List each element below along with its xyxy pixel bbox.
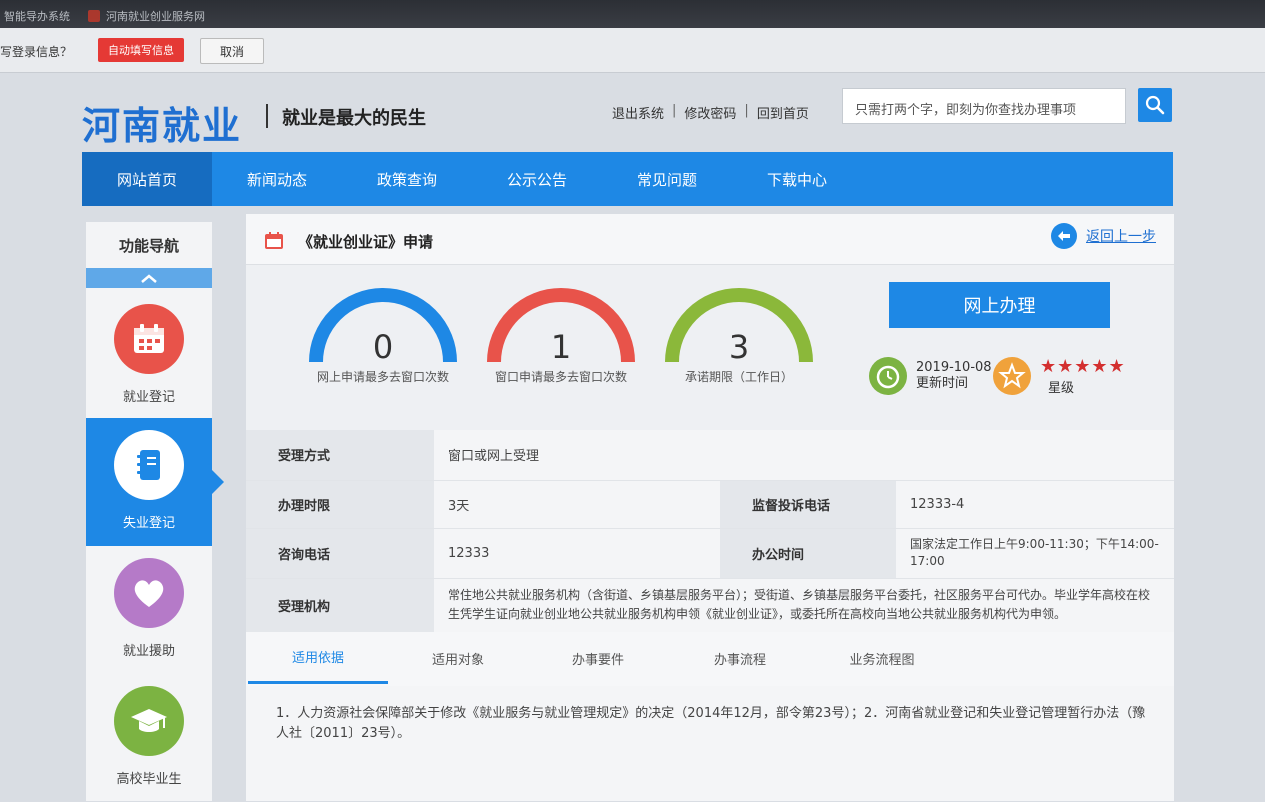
search-icon <box>1145 95 1165 115</box>
main-nav: 网站首页 新闻动态 政策查询 公示公告 常见问题 下载中心 <box>82 152 1173 206</box>
gauge-caption: 承诺期限（工作日） <box>684 370 793 384</box>
autofill-button[interactable]: 自动填写信息 <box>98 38 184 62</box>
browser-tabstrip: 智能导办系统 河南就业创业服务网 <box>0 0 1265 28</box>
back-label: 返回上一步 <box>1086 229 1156 245</box>
time-limit-label: 办理时限 <box>246 480 434 529</box>
sidebar-item-unemployment-registration[interactable]: 失业登记 <box>86 418 212 546</box>
tab-flowchart[interactable]: 业务流程图 <box>812 632 952 684</box>
tab-required-documents[interactable]: 办事要件 <box>528 632 668 684</box>
browser-tab-2-label: 河南就业创业服务网 <box>106 10 205 23</box>
accept-method-value: 窗口或网上受理 <box>434 430 1174 481</box>
notebook-icon <box>114 430 184 500</box>
cancel-button[interactable]: 取消 <box>200 38 264 64</box>
tab-target-audience[interactable]: 适用对象 <box>388 632 528 684</box>
gauge-caption: 网上申请最多去窗口次数 <box>316 370 449 384</box>
nav-item-home[interactable]: 网站首页 <box>82 152 212 206</box>
calendar-icon <box>114 304 184 374</box>
legal-basis-text: 1．人力资源社会保障部关于修改《就业服务与就业管理规定》的决定（2014年12月… <box>276 706 1146 741</box>
rating-stars: ★★★★★ <box>1040 356 1126 377</box>
heart-icon <box>114 558 184 628</box>
browser-tab-1-label: 智能导办系统 <box>4 10 70 23</box>
complaint-phone-value: 12333-4 <box>896 480 1174 529</box>
nav-item-notice[interactable]: 公示公告 <box>472 152 602 206</box>
star-badge-icon <box>993 357 1031 395</box>
tab-procedure[interactable]: 办事流程 <box>670 632 810 684</box>
rating: ★★★★★ 星级 <box>992 356 1126 396</box>
search-input[interactable]: 只需打两个字，即刻为你查找办理事项 <box>842 88 1126 124</box>
office-hours-label: 办公时间 <box>720 528 896 579</box>
sidebar-item-label: 失业登记 <box>122 516 175 531</box>
update-date: 2019-10-08 <box>916 360 992 375</box>
nav-item-download[interactable]: 下载中心 <box>732 152 862 206</box>
complaint-phone-label: 监督投诉电话 <box>720 480 896 529</box>
chevron-up-icon <box>141 274 157 283</box>
table-row: 受理机构 常住地公共就业服务机构（含街道、乡镇基层服务平台）；受街道、乡镇基层服… <box>246 578 1174 633</box>
apply-online-button[interactable]: 网上办理 <box>889 282 1110 328</box>
function-sidebar: 功能导航 就业登记 失业登记 就业援助 高校毕业生 <box>86 222 212 801</box>
link-separator: | <box>672 103 677 118</box>
top-links: 退出系统 | 修改密码 | 回到首页 <box>612 103 809 122</box>
gauge-caption: 窗口申请最多去窗口次数 <box>494 370 627 384</box>
table-row: 受理方式 窗口或网上受理 <box>246 430 1174 481</box>
graduation-cap-icon <box>114 686 184 756</box>
search-button[interactable] <box>1138 88 1172 122</box>
nav-item-policy[interactable]: 政策查询 <box>342 152 472 206</box>
favicon-icon <box>88 10 100 22</box>
gauge-promised-days: 3 承诺期限（工作日） <box>664 286 814 396</box>
rating-label: 星级 <box>1048 381 1075 396</box>
logo-divider <box>266 104 268 128</box>
sidebar-title: 功能导航 <box>118 236 179 255</box>
gauge-value: 0 <box>372 328 394 366</box>
info-table: 受理方式 窗口或网上受理 办理时限 3天 监督投诉电话 12333-4 咨询电话… <box>246 430 1174 633</box>
time-limit-value: 3天 <box>434 480 720 529</box>
site-logo[interactable]: 河南就业 <box>82 95 242 150</box>
back-button[interactable]: 返回上一步 <box>1050 222 1156 250</box>
logout-link[interactable]: 退出系统 <box>612 103 664 122</box>
browser-tab-2[interactable]: 河南就业创业服务网 <box>88 8 205 24</box>
panel-title: 《就业创业证》申请 <box>298 233 434 251</box>
sidebar-scroll-up[interactable] <box>86 268 212 288</box>
password-prompt-bar: 写登录信息？ 自动填写信息 取消 <box>0 28 1265 73</box>
gauge-value: 1 <box>550 328 572 366</box>
update-label: 更新时间 <box>916 376 969 391</box>
site-slogan: 就业是最大的民生 <box>282 108 426 129</box>
consult-phone-label: 咨询电话 <box>246 528 434 579</box>
service-panel: 《就业创业证》申请 返回上一步 0 网上申请最多去窗口次数 1 窗口申请最多去窗… <box>246 214 1174 801</box>
detail-tabs: 适用依据 适用对象 办事要件 办事流程 业务流程图 <box>246 632 1174 687</box>
table-row: 办理时限 3天 监督投诉电话 12333-4 <box>246 480 1174 529</box>
sidebar-item-label: 高校毕业生 <box>116 772 182 787</box>
gauge-window-visits: 1 窗口申请最多去窗口次数 <box>486 286 636 396</box>
office-hours-value: 国家法定工作日上午9:00-11:30；下午14:00-17:00 <box>896 528 1174 579</box>
table-row: 咨询电话 12333 办公时间 国家法定工作日上午9:00-11:30；下午14… <box>246 528 1174 579</box>
consult-phone-value: 12333 <box>434 528 720 579</box>
agency-value: 常住地公共就业服务机构（含街道、乡镇基层服务平台）；受街道、乡镇基层服务平台委托… <box>434 578 1174 633</box>
nav-item-news[interactable]: 新闻动态 <box>212 152 342 206</box>
back-icon <box>1051 223 1077 249</box>
browser-tab-1[interactable]: 智能导办系统 <box>4 8 70 24</box>
update-time: 2019-10-08 更新时间 <box>868 356 992 396</box>
home-link[interactable]: 回到首页 <box>757 103 809 122</box>
agency-label: 受理机构 <box>246 578 434 633</box>
sidebar-item-graduates[interactable]: 高校毕业生 <box>86 674 212 802</box>
nav-item-faq[interactable]: 常见问题 <box>602 152 732 206</box>
sidebar-active-pointer <box>212 470 224 494</box>
panel-header: 《就业创业证》申请 返回上一步 <box>246 214 1174 265</box>
tab-content: 1．人力资源社会保障部关于修改《就业服务与就业管理规定》的决定（2014年12月… <box>246 686 1174 801</box>
accept-method-label: 受理方式 <box>246 430 434 481</box>
calendar-icon <box>265 232 283 249</box>
gauge-value: 3 <box>728 328 750 366</box>
sidebar-item-employment-registration[interactable]: 就业登记 <box>86 292 212 420</box>
tab-legal-basis[interactable]: 适用依据 <box>248 632 388 684</box>
sidebar-item-employment-assistance[interactable]: 就业援助 <box>86 546 212 674</box>
clock-icon <box>869 357 907 395</box>
link-separator: | <box>744 103 749 118</box>
password-prompt-text: 写登录信息？ <box>0 45 73 59</box>
change-password-link[interactable]: 修改密码 <box>684 103 736 122</box>
sidebar-item-label: 就业登记 <box>122 390 175 405</box>
gauge-online-visits: 0 网上申请最多去窗口次数 <box>308 286 458 396</box>
sidebar-item-label: 就业援助 <box>122 644 175 659</box>
